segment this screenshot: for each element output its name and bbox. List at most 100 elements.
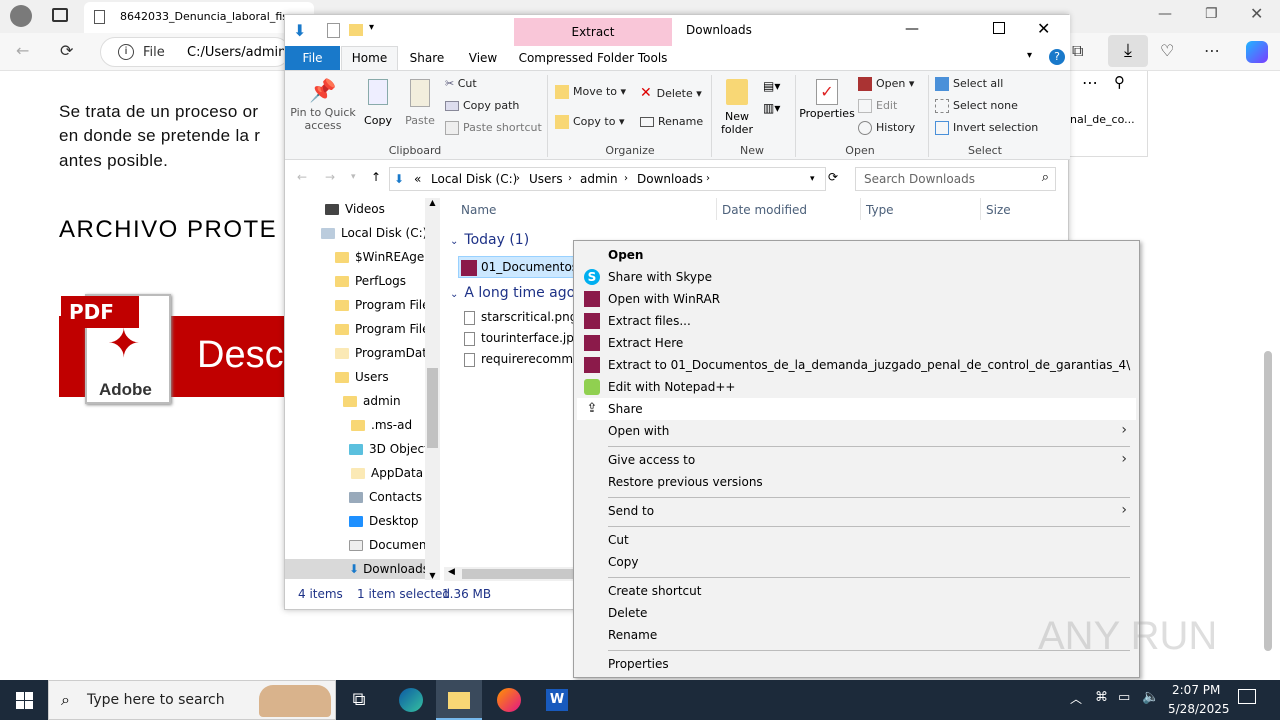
file-row-selected[interactable]: 01_Documentos_ [458, 256, 574, 278]
word-icon[interactable]: W [534, 680, 580, 720]
copy-path-button[interactable]: Copy path [445, 99, 519, 112]
taskbar-search[interactable]: ⌕ Type here to search [48, 680, 336, 720]
path-bar[interactable]: ⬇ « Local Disk (C:) › Users › admin › Do… [389, 167, 826, 191]
back-icon[interactable]: ← [16, 39, 29, 63]
back-icon[interactable]: ← [297, 170, 307, 184]
column-size[interactable]: Size [986, 203, 1011, 217]
menu-item-restore-versions[interactable]: Restore previous versions [608, 471, 763, 493]
copy-to-button[interactable]: Copy to ▾ [555, 115, 624, 129]
new-item-icon[interactable]: ▤▾ [763, 79, 780, 93]
easy-access-icon[interactable]: ▥▾ [763, 101, 780, 115]
rename-button[interactable]: Rename [640, 115, 703, 128]
cut-button[interactable]: ✂ Cut [445, 77, 477, 90]
forward-icon[interactable]: → [325, 170, 335, 184]
delete-button[interactable]: ✕ Delete ▾ [640, 85, 702, 101]
tab-actions-icon[interactable] [52, 8, 68, 22]
nav-item-program-files[interactable]: Program Files [335, 295, 436, 315]
group-today[interactable]: ⌄ Today (1) [450, 232, 529, 248]
extract-context-tab[interactable]: Extract [514, 18, 672, 46]
nav-item-winreagent[interactable]: $WinREAgent [335, 247, 437, 267]
file-row[interactable]: requirerecommen [464, 352, 574, 367]
page-scrollbar[interactable] [1264, 351, 1272, 651]
column-type[interactable]: Type [866, 203, 894, 217]
refresh-icon[interactable]: ⟳ [828, 170, 838, 184]
device-icon[interactable]: ⌘ [1095, 690, 1108, 705]
nav-item-users[interactable]: Users [335, 367, 389, 387]
column-name[interactable]: Name [461, 203, 496, 217]
path-overflow[interactable]: « [414, 168, 421, 190]
nav-item-programdata[interactable]: ProgramData [335, 343, 434, 363]
menu-item-rename[interactable]: Rename [608, 624, 657, 646]
scroll-up-icon[interactable]: ▲ [425, 198, 440, 207]
scroll-down-icon[interactable]: ▼ [425, 571, 440, 580]
menu-item-give-access[interactable]: Give access to [608, 449, 695, 471]
edit-button[interactable]: Edit [858, 99, 897, 113]
paste-button[interactable]: Paste [402, 79, 438, 141]
close-icon[interactable]: ✕ [1037, 19, 1050, 38]
nav-item-admin[interactable]: admin [343, 391, 401, 411]
pin-quick-access-button[interactable]: 📌 Pin to Quick access [289, 79, 357, 141]
nav-item-contacts[interactable]: Contacts [349, 487, 422, 507]
scroll-left-icon[interactable]: ◀ [448, 567, 455, 577]
copilot-icon[interactable] [1246, 41, 1268, 63]
file-row[interactable]: tourinterface.jpg [464, 331, 582, 346]
quick-access-down-icon[interactable]: ⬇ [293, 21, 306, 40]
nav-item-ms-ad[interactable]: .ms-ad [351, 415, 412, 435]
maximize-icon[interactable] [993, 22, 1005, 34]
clock-time[interactable]: 2:07 PM [1172, 683, 1220, 697]
menu-item-edit-notepadpp[interactable]: Edit with Notepad++ [608, 376, 735, 398]
move-to-button[interactable]: Move to ▾ [555, 85, 626, 99]
nav-item-downloads[interactable]: ⬇ Downloads [285, 559, 425, 579]
more-icon[interactable]: ⋯ [1204, 39, 1220, 63]
up-icon[interactable]: ↑ [371, 170, 381, 184]
pin-icon[interactable]: ⚲ [1114, 73, 1125, 91]
profile-icon[interactable] [10, 5, 32, 27]
path-dropdown-icon[interactable]: ▾ [810, 168, 815, 190]
menu-item-open-with[interactable]: Open with [608, 420, 669, 442]
menu-item-cut[interactable]: Cut [608, 529, 629, 551]
nav-item-program-files-x86[interactable]: Program Files [335, 319, 436, 339]
properties-button[interactable]: ✓ Properties [799, 79, 855, 141]
properties-quick-icon[interactable] [327, 23, 340, 38]
path-users[interactable]: Users [529, 168, 563, 190]
select-none-button[interactable]: Select none [935, 99, 1018, 113]
tab-compressed-tools[interactable]: Compressed Folder Tools [514, 46, 672, 70]
nav-scrollbar[interactable]: ▲ ▼ [425, 198, 440, 580]
menu-item-open-winrar[interactable]: Open with WinRAR [608, 288, 720, 310]
copy-button[interactable]: Copy [361, 79, 395, 141]
nav-item-perflogs[interactable]: PerfLogs [335, 271, 406, 291]
side-more-icon[interactable]: ⋯ [1082, 73, 1098, 92]
nav-item-desktop[interactable]: Desktop [349, 511, 419, 531]
select-all-button[interactable]: Select all [935, 77, 1003, 91]
new-folder-quick-icon[interactable] [349, 24, 363, 36]
menu-item-extract-here[interactable]: Extract Here [608, 332, 683, 354]
menu-item-copy[interactable]: Copy [608, 551, 638, 573]
notification-icon[interactable] [1238, 689, 1256, 704]
invert-selection-button[interactable]: Invert selection [935, 121, 1038, 135]
collections-icon[interactable]: ⧉ [1072, 39, 1083, 63]
horizontal-scrollbar[interactable]: ◀ [444, 567, 574, 581]
menu-item-share[interactable]: Share [608, 398, 643, 420]
tab-view[interactable]: View [461, 46, 505, 70]
column-date-modified[interactable]: Date modified [722, 203, 807, 217]
scroll-thumb[interactable] [462, 569, 574, 579]
performance-icon[interactable]: ♡ [1160, 39, 1174, 63]
menu-item-extract-to[interactable]: Extract to 01_Documentos_de_la_demanda_j… [608, 354, 1130, 376]
nav-item-videos[interactable]: Videos [325, 199, 385, 219]
edge-icon[interactable] [388, 680, 434, 720]
new-folder-button[interactable]: New folder [717, 79, 757, 141]
customize-quick-icon[interactable]: ▾ [369, 22, 374, 33]
nav-item-local-disk[interactable]: Local Disk (C:) [321, 223, 427, 243]
menu-item-extract-files[interactable]: Extract files... [608, 310, 691, 332]
menu-item-open[interactable]: Open [608, 244, 643, 266]
group-long-ago[interactable]: ⌄ A long time ago [450, 285, 575, 301]
start-button[interactable] [0, 680, 48, 720]
history-button[interactable]: History [858, 121, 915, 135]
address-bar[interactable]: i File C:/Users/admin/ [100, 37, 291, 67]
firefox-icon[interactable] [486, 680, 532, 720]
path-local-disk[interactable]: Local Disk (C:) [431, 168, 517, 190]
search-box[interactable]: Search Downloads ⌕ [855, 167, 1056, 191]
menu-item-delete[interactable]: Delete [608, 602, 647, 624]
show-hidden-icons[interactable]: ︿ [1070, 690, 1082, 707]
nav-item-appdata[interactable]: AppData [351, 463, 423, 483]
